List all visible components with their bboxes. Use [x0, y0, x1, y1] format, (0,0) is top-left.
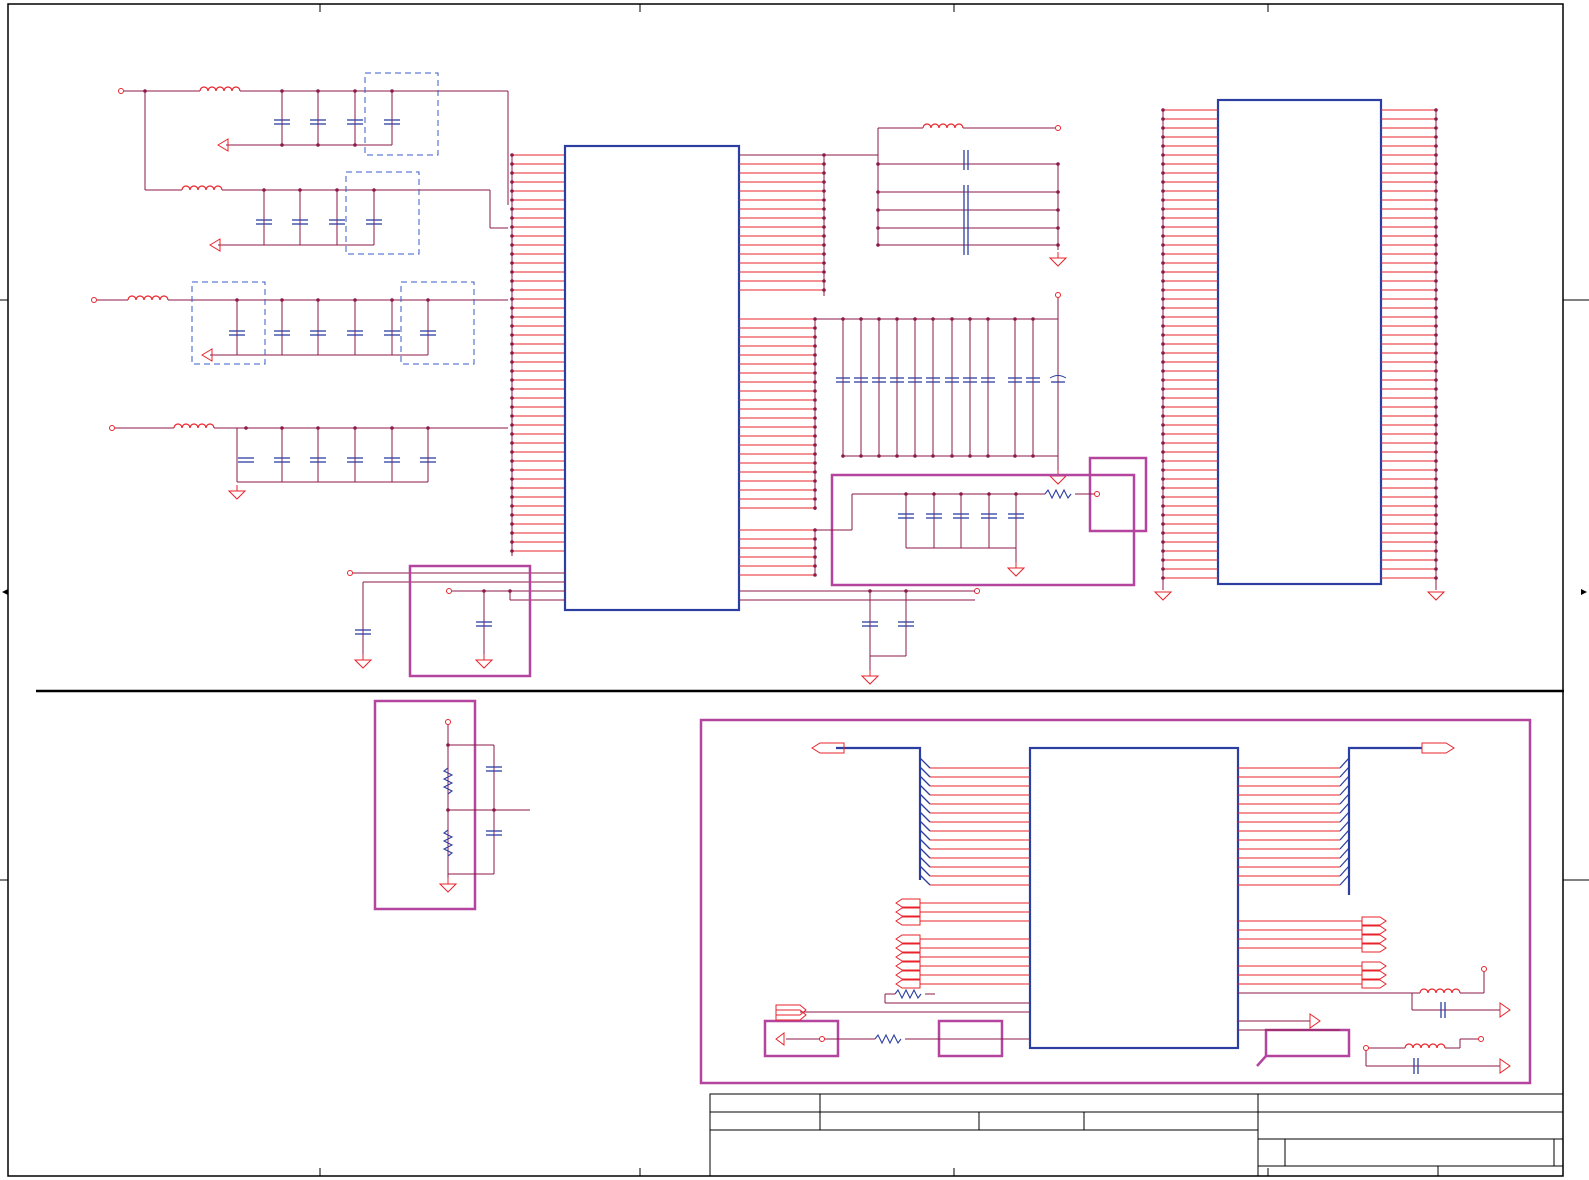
power-filter-networks — [91, 72, 509, 500]
interface-block — [699, 718, 1532, 1085]
memory-ic-u2[interactable] — [1216, 98, 1383, 586]
main-ic-right-pins — [739, 153, 826, 577]
ground-symbol-icon — [228, 484, 246, 500]
interface-ic-u3[interactable] — [1028, 746, 1240, 1050]
schematic-sheet — [0, 3, 1589, 1177]
ground-symbol-icon — [1153, 591, 1173, 601]
rc-filter-block — [815, 456, 1148, 587]
bottom-mid-decoupling — [739, 588, 980, 685]
memory-ic-pins — [1153, 108, 1446, 601]
title-block — [709, 1093, 1564, 1177]
inductor-icon — [199, 86, 241, 92]
left-pin-bus — [510, 153, 565, 556]
bottom-left-decoupling — [347, 564, 565, 678]
decoupling-capacitor-array — [815, 292, 1067, 485]
sheet-border — [0, 3, 1589, 1177]
reference-divider-block — [373, 699, 530, 911]
main-ic-u1[interactable] — [563, 144, 741, 612]
ground-symbol-icon — [1426, 591, 1446, 601]
